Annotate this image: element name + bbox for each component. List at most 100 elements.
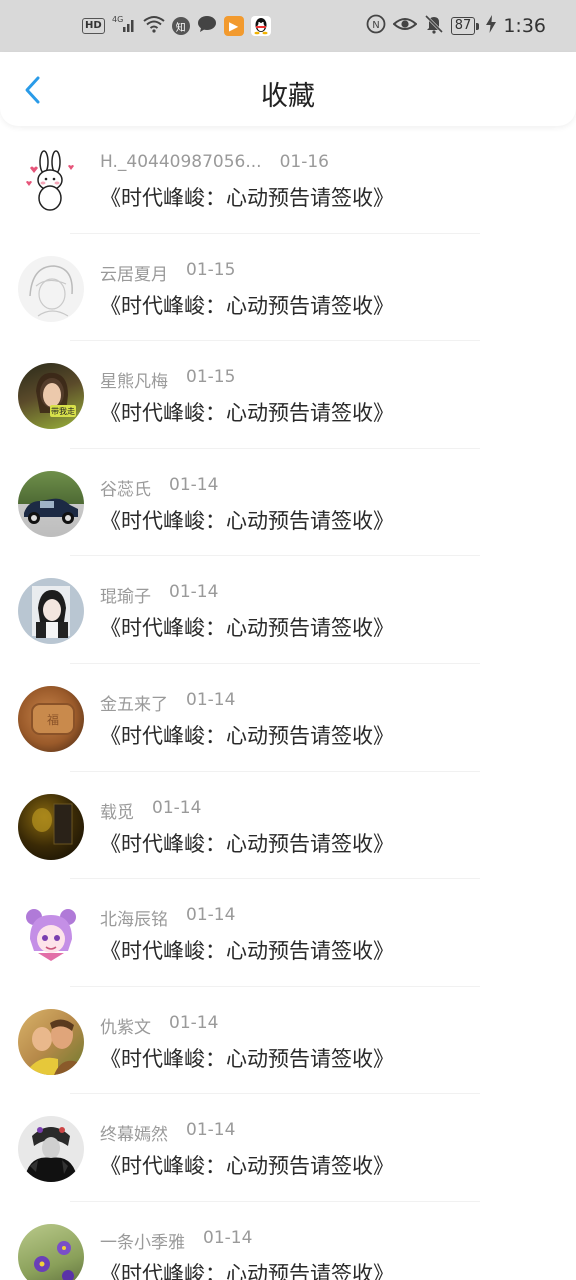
status-bar: HD 4G 知 ▶ N 87 1:36 xyxy=(0,0,576,52)
video-app-icon: ▶ xyxy=(223,16,244,36)
user-name[interactable]: 载觅 xyxy=(100,798,134,823)
list-item[interactable]: 载觅 01-14 《时代峰峻：心动预告请签收》 xyxy=(0,772,576,880)
vintage-car-image xyxy=(24,498,78,524)
dark-figure-image xyxy=(24,1127,78,1183)
mute-icon xyxy=(424,14,444,38)
item-meta: 琨瑜子 01-14 xyxy=(100,582,218,607)
svg-text:4G: 4G xyxy=(112,15,123,24)
user-name[interactable]: 北海辰铭 xyxy=(100,905,168,930)
item-meta: 云居夏月 01-15 xyxy=(100,260,235,285)
item-date: 01-14 xyxy=(186,1120,236,1141)
purple-cartoon-image xyxy=(26,909,76,962)
status-left: HD 4G 知 ▶ xyxy=(82,15,271,37)
favorites-list: H._40440987056... 01-16 《时代峰峻：心动预告请签收》 云… xyxy=(0,126,576,1280)
item-title[interactable]: 《时代峰峻：心动预告请签收》 xyxy=(100,505,394,535)
list-item[interactable]: 福 金五来了 01-14 《时代峰峻：心动预告请签收》 xyxy=(0,664,576,772)
avatar[interactable] xyxy=(18,578,84,645)
list-item[interactable]: 谷蕊氏 01-14 《时代峰峻：心动预告请签收》 xyxy=(0,449,576,557)
item-title[interactable]: 《时代峰峻：心动预告请签收》 xyxy=(100,182,394,212)
biscuit-image: 福 xyxy=(31,702,75,735)
item-title[interactable]: 《时代峰峻：心动预告请签收》 xyxy=(100,290,394,320)
message-icon xyxy=(197,15,217,37)
item-date: 01-14 xyxy=(203,1227,253,1248)
item-date: 01-16 xyxy=(279,152,329,172)
avatar[interactable] xyxy=(18,1008,84,1075)
item-meta: 一条小季雅 01-14 xyxy=(100,1228,252,1253)
avatar[interactable] xyxy=(18,148,84,214)
battery-level: 87 xyxy=(450,17,476,35)
avatar[interactable]: 福 xyxy=(18,685,84,752)
item-title[interactable]: 《时代峰峻：心动预告请签收》 xyxy=(100,612,394,642)
list-item[interactable]: H._40440987056... 01-16 《时代峰峻：心动预告请签收》 xyxy=(0,126,576,234)
avatar[interactable] xyxy=(18,793,84,860)
status-right: N 87 1:36 xyxy=(366,14,546,38)
item-date: 01-14 xyxy=(186,905,236,926)
item-date: 01-14 xyxy=(169,582,219,603)
user-name[interactable]: H._40440987056... xyxy=(100,152,262,172)
avatar[interactable] xyxy=(18,470,84,537)
avatar[interactable] xyxy=(18,901,84,968)
item-meta: 金五来了 01-14 xyxy=(100,690,235,715)
item-date: 01-14 xyxy=(169,474,219,495)
signal-icon: 4G xyxy=(112,15,136,37)
item-meta: 终幕嫣然 01-14 xyxy=(100,1120,235,1145)
svg-text:带我走: 带我走 xyxy=(51,406,75,416)
bunny-sticker-image xyxy=(26,150,74,211)
list-item[interactable]: 琨瑜子 01-14 《时代峰峻：心动预告请签收》 xyxy=(0,556,576,664)
zhihu-icon: 知 xyxy=(171,17,190,35)
item-meta: 北海辰铭 01-14 xyxy=(100,905,235,930)
avatar[interactable]: 带我走 xyxy=(18,363,84,430)
wifi-icon xyxy=(143,15,165,37)
sketch-portrait-image xyxy=(29,264,73,317)
user-name[interactable]: 终幕嫣然 xyxy=(100,1120,168,1145)
list-item[interactable]: 北海辰铭 01-14 《时代峰峻：心动预告请签收》 xyxy=(0,879,576,987)
list-item[interactable]: 终幕嫣然 01-14 《时代峰峻：心动预告请签收》 xyxy=(0,1094,576,1202)
item-meta: 仇紫文 01-14 xyxy=(100,1013,218,1038)
user-name[interactable]: 仇紫文 xyxy=(100,1013,151,1038)
item-title[interactable]: 《时代峰峻：心动预告请签收》 xyxy=(100,935,394,965)
anime-girl-image xyxy=(32,586,70,639)
battery-indicator: 87 xyxy=(450,17,480,35)
item-title[interactable]: 《时代峰峻：心动预告请签收》 xyxy=(100,1043,394,1073)
item-title[interactable]: 《时代峰峻：心动预告请签收》 xyxy=(100,1258,394,1280)
item-title[interactable]: 《时代峰峻：心动预告请签收》 xyxy=(100,828,394,858)
user-name[interactable]: 星熊凡梅 xyxy=(100,367,168,392)
qq-icon xyxy=(250,16,271,36)
dark-room-image xyxy=(32,803,73,845)
item-date: 01-15 xyxy=(186,259,236,280)
nfc-icon: N xyxy=(366,14,386,38)
list-item[interactable]: 仇紫文 01-14 《时代峰峻：心动预告请签收》 xyxy=(0,987,576,1095)
item-title[interactable]: 《时代峰峻：心动预告请签收》 xyxy=(100,397,394,427)
user-name[interactable]: 金五来了 xyxy=(100,690,168,715)
list-item[interactable]: 云居夏月 01-15 《时代峰峻：心动预告请签收》 xyxy=(0,234,576,342)
avatar[interactable] xyxy=(18,1223,84,1280)
eye-icon xyxy=(392,15,418,37)
list-item[interactable]: 带我走 星熊凡梅 01-15 《时代峰峻：心动预告请签收》 xyxy=(0,341,576,449)
item-date: 01-15 xyxy=(186,367,236,388)
hd-badge: HD xyxy=(82,18,105,34)
couple-photo-image xyxy=(24,1019,80,1075)
item-date: 01-14 xyxy=(186,689,236,710)
girl-portrait-image: 带我走 xyxy=(36,373,76,418)
user-name[interactable]: 谷蕊氏 xyxy=(100,475,151,500)
avatar[interactable] xyxy=(18,1116,84,1183)
svg-text:福: 福 xyxy=(47,712,59,727)
item-date: 01-14 xyxy=(152,797,202,818)
svg-text:N: N xyxy=(372,20,379,31)
item-date: 01-14 xyxy=(169,1012,219,1033)
item-title[interactable]: 《时代峰峻：心动预告请签收》 xyxy=(100,1150,394,1180)
item-meta: 载觅 01-14 xyxy=(100,798,201,823)
user-name[interactable]: 琨瑜子 xyxy=(100,582,151,607)
item-title[interactable]: 《时代峰峻：心动预告请签收》 xyxy=(100,720,394,750)
page-title: 收藏 xyxy=(261,81,315,112)
list-item[interactable]: 一条小季雅 01-14 《时代峰峻：心动预告请签收》 xyxy=(0,1202,576,1280)
app-header: 收藏 xyxy=(0,52,576,126)
user-name[interactable]: 一条小季雅 xyxy=(100,1228,185,1253)
charging-icon xyxy=(486,15,497,37)
avatar[interactable] xyxy=(18,255,84,322)
item-meta: 星熊凡梅 01-15 xyxy=(100,367,235,392)
item-meta: H._40440987056... 01-16 xyxy=(100,152,329,172)
clock: 1:36 xyxy=(503,15,546,37)
user-name[interactable]: 云居夏月 xyxy=(100,260,168,285)
item-meta: 谷蕊氏 01-14 xyxy=(100,475,218,500)
